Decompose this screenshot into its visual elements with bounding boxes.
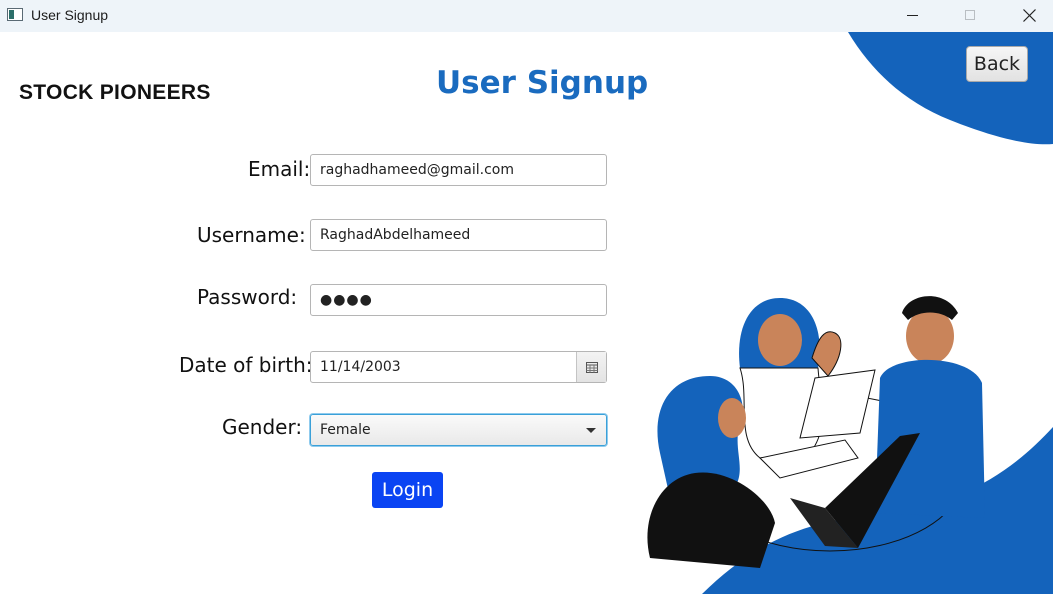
password-field[interactable]: ●●●● bbox=[310, 284, 607, 316]
password-label: Password: bbox=[197, 285, 298, 309]
calendar-icon bbox=[585, 361, 598, 373]
chevron-down-icon bbox=[586, 428, 596, 433]
dob-value: 11/14/2003 bbox=[320, 359, 401, 375]
close-icon bbox=[1023, 9, 1036, 22]
maximize-button[interactable] bbox=[947, 0, 993, 32]
date-picker-button[interactable] bbox=[576, 352, 606, 382]
gender-select[interactable]: Female bbox=[310, 414, 607, 446]
signup-content: STOCK PIONEERS User Signup Back Email: r… bbox=[0, 32, 1053, 594]
gender-value: Female bbox=[320, 422, 371, 438]
minimize-button[interactable] bbox=[890, 0, 936, 32]
page-title: User Signup bbox=[436, 65, 649, 101]
window-title: User Signup bbox=[31, 7, 109, 23]
window-titlebar: User Signup bbox=[0, 0, 1053, 32]
email-label: Email: bbox=[248, 157, 311, 181]
username-field[interactable]: RaghadAbdelhameed bbox=[310, 219, 607, 251]
username-label: Username: bbox=[197, 223, 306, 247]
team-meeting-illustration bbox=[647, 296, 985, 568]
brand-name: STOCK PIONEERS bbox=[19, 81, 211, 104]
email-field[interactable]: raghadhameed@gmail.com bbox=[310, 154, 607, 186]
login-button[interactable]: Login bbox=[372, 472, 443, 508]
password-mask: ●●●● bbox=[320, 292, 373, 308]
dob-field[interactable]: 11/14/2003 bbox=[310, 351, 607, 383]
back-button[interactable]: Back bbox=[966, 46, 1028, 82]
close-button[interactable] bbox=[1006, 0, 1052, 32]
app-icon bbox=[7, 8, 23, 21]
gender-label: Gender: bbox=[222, 415, 303, 439]
dob-label: Date of birth: bbox=[179, 353, 313, 377]
